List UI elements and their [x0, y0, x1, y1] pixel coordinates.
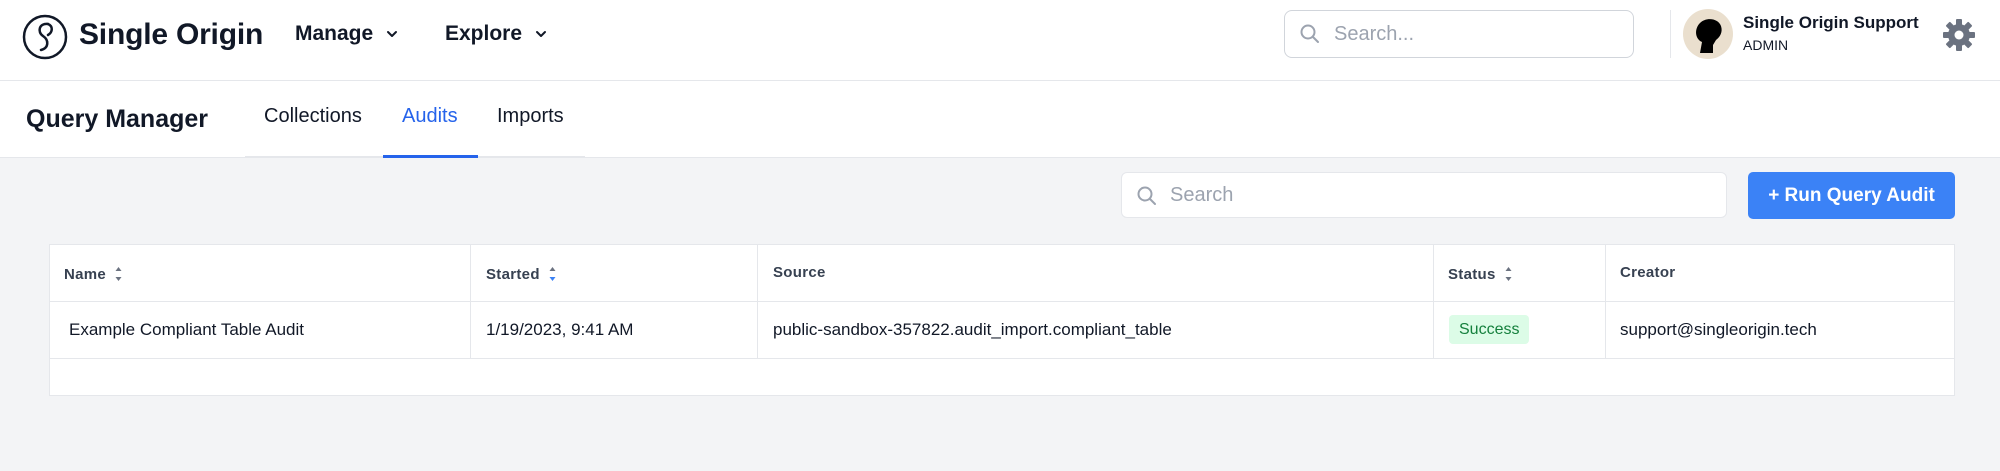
brand-name[interactable]: Single Origin [79, 18, 263, 52]
avatar-silhouette-icon [1696, 19, 1722, 53]
column-header-status[interactable]: Status [1448, 264, 1513, 284]
avatar[interactable] [1683, 9, 1733, 59]
column-divider [1605, 245, 1606, 359]
column-header-label: Started [486, 265, 540, 283]
gear-icon[interactable] [1942, 18, 1976, 52]
column-header-source: Source [773, 264, 826, 281]
table-header: Name Started Source Status Creator [50, 245, 1954, 302]
single-origin-logo-icon[interactable] [22, 14, 68, 60]
column-header-name[interactable]: Name [64, 264, 123, 284]
sort-icon [115, 267, 122, 281]
active-tab-indicator [383, 155, 478, 158]
tab-collections[interactable]: Collections [264, 105, 362, 128]
sort-icon [1505, 267, 1512, 281]
cell-name[interactable]: Example Compliant Table Audit [69, 320, 304, 340]
search-icon [1300, 24, 1319, 43]
nav-menu-label: Manage [295, 22, 374, 45]
column-header-label: Status [1448, 265, 1496, 283]
column-header-label: Source [773, 264, 826, 281]
column-header-started[interactable]: Started [486, 264, 557, 284]
subheader: Query Manager Collections Audits Imports [0, 81, 2000, 158]
audit-search-input[interactable] [1170, 173, 1720, 217]
nav-menu-explore[interactable]: Explore [445, 22, 548, 46]
status-badge: Success [1449, 315, 1530, 344]
page-title: Query Manager [26, 105, 209, 133]
global-search [1284, 10, 1634, 58]
global-search-input[interactable] [1334, 11, 1624, 57]
column-header-label: Creator [1620, 264, 1676, 281]
column-header-label: Name [64, 265, 107, 283]
nav-menu-label: Explore [445, 22, 523, 45]
sort-icon [549, 267, 556, 281]
chevron-down-icon [536, 31, 547, 37]
column-header-creator: Creator [1620, 264, 1675, 281]
column-divider [470, 245, 471, 359]
top-nav: Single Origin Manage Explore Single Orig… [0, 0, 2000, 81]
cell-started: 1/19/2023, 9:41 AM [486, 320, 634, 339]
cell-source: public-sandbox-357822.audit_import.compl… [773, 320, 1172, 339]
cell-creator: support@singleorigin.tech [1620, 320, 1817, 339]
tab-audits[interactable]: Audits [402, 105, 458, 128]
column-divider [757, 245, 758, 359]
table-row[interactable]: Example Compliant Table Audit 1/19/2023,… [50, 302, 1954, 359]
user-role: ADMIN [1743, 37, 1789, 53]
user-name[interactable]: Single Origin Support [1743, 13, 1919, 33]
column-divider [1433, 245, 1434, 359]
search-icon [1137, 186, 1156, 205]
tab-bar: Collections Audits Imports [245, 81, 585, 158]
audit-search [1121, 172, 1727, 218]
tab-imports[interactable]: Imports [497, 105, 564, 128]
audits-table: Name Started Source Status Creator Examp… [49, 244, 1955, 396]
chevron-down-icon [387, 31, 398, 37]
divider [1670, 10, 1671, 58]
run-query-audit-button[interactable]: + Run Query Audit [1748, 172, 1955, 219]
nav-menu-manage[interactable]: Manage [295, 22, 399, 46]
